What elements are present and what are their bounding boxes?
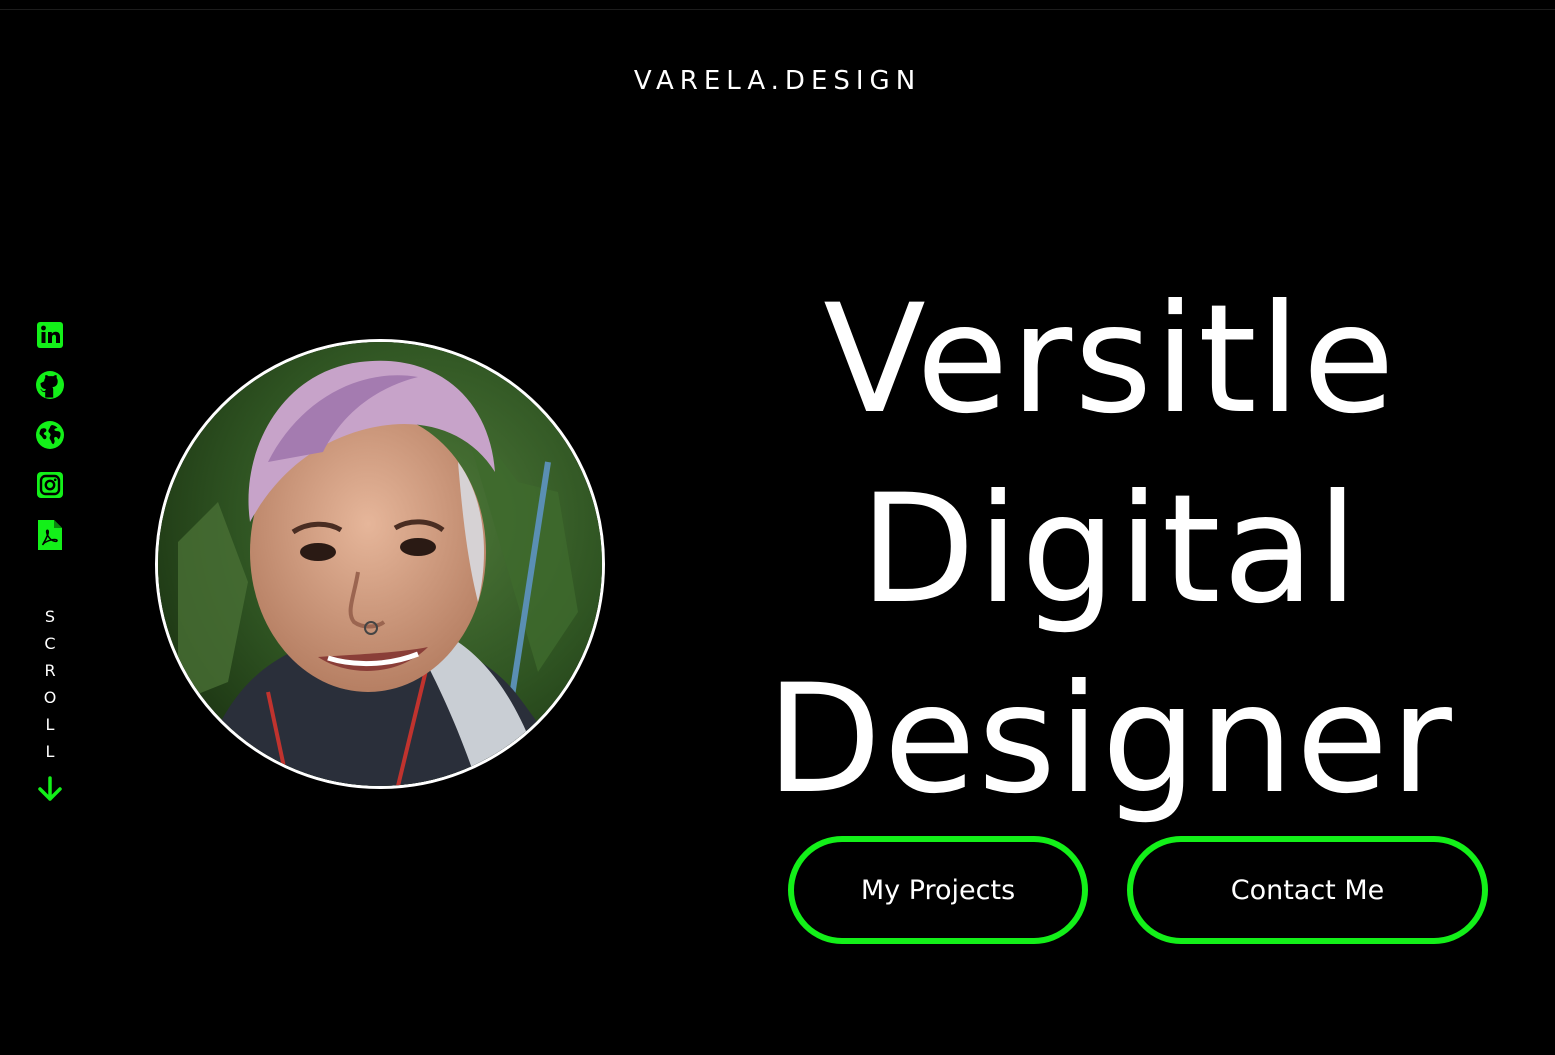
- github-icon[interactable]: [35, 370, 65, 400]
- scroll-letter: C: [44, 634, 56, 653]
- pdf-icon[interactable]: [35, 520, 65, 550]
- hero-line-3: Designer: [766, 653, 1454, 827]
- scroll-letter: L: [45, 742, 55, 761]
- hero-headline: Versitle Digital Designer: [760, 265, 1460, 835]
- my-projects-button[interactable]: My Projects: [788, 836, 1088, 944]
- site-brand[interactable]: VARELA.DESIGN: [0, 66, 1555, 96]
- hero-line-2: Digital: [859, 463, 1361, 637]
- scroll-letter: R: [44, 661, 56, 680]
- hero-line-1: Versitle: [823, 273, 1397, 447]
- social-links: [33, 320, 67, 570]
- arrow-down-icon[interactable]: [36, 775, 64, 807]
- contact-me-button[interactable]: Contact Me: [1127, 836, 1488, 944]
- profile-photo: [155, 339, 605, 789]
- instagram-icon[interactable]: [35, 470, 65, 500]
- linkedin-icon[interactable]: [35, 320, 65, 350]
- top-divider: [0, 9, 1555, 10]
- scroll-letter: L: [45, 715, 55, 734]
- scroll-indicator[interactable]: S C R O L L: [38, 603, 62, 807]
- scroll-letter: S: [44, 607, 56, 626]
- globe-icon[interactable]: [35, 420, 65, 450]
- scroll-letter: O: [43, 688, 57, 707]
